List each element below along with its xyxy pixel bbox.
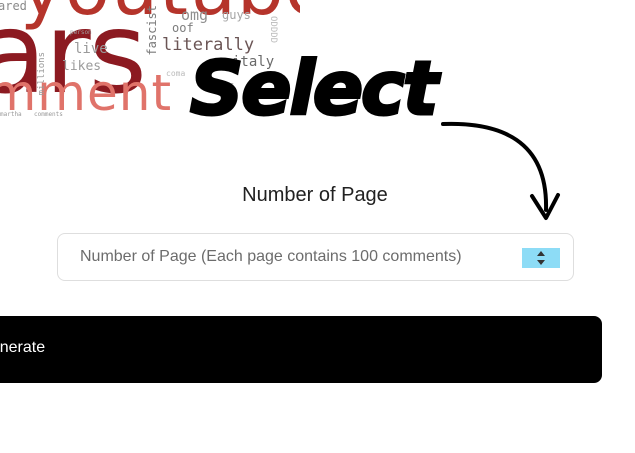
number-of-page-label: Number of Page xyxy=(242,184,388,206)
generate-button-label: enerate xyxy=(0,339,46,356)
spin-up-icon[interactable] xyxy=(537,251,545,256)
number-of-page-placeholder: Number of Page (Each page contains 100 c… xyxy=(80,248,462,265)
generate-button[interactable]: enerate xyxy=(0,316,602,383)
number-spinner[interactable] xyxy=(522,248,560,268)
number-of-page-input[interactable]: Number of Page (Each page contains 100 c… xyxy=(57,233,574,281)
spin-down-icon[interactable] xyxy=(537,260,545,265)
curved-down-arrow-icon xyxy=(441,121,560,220)
